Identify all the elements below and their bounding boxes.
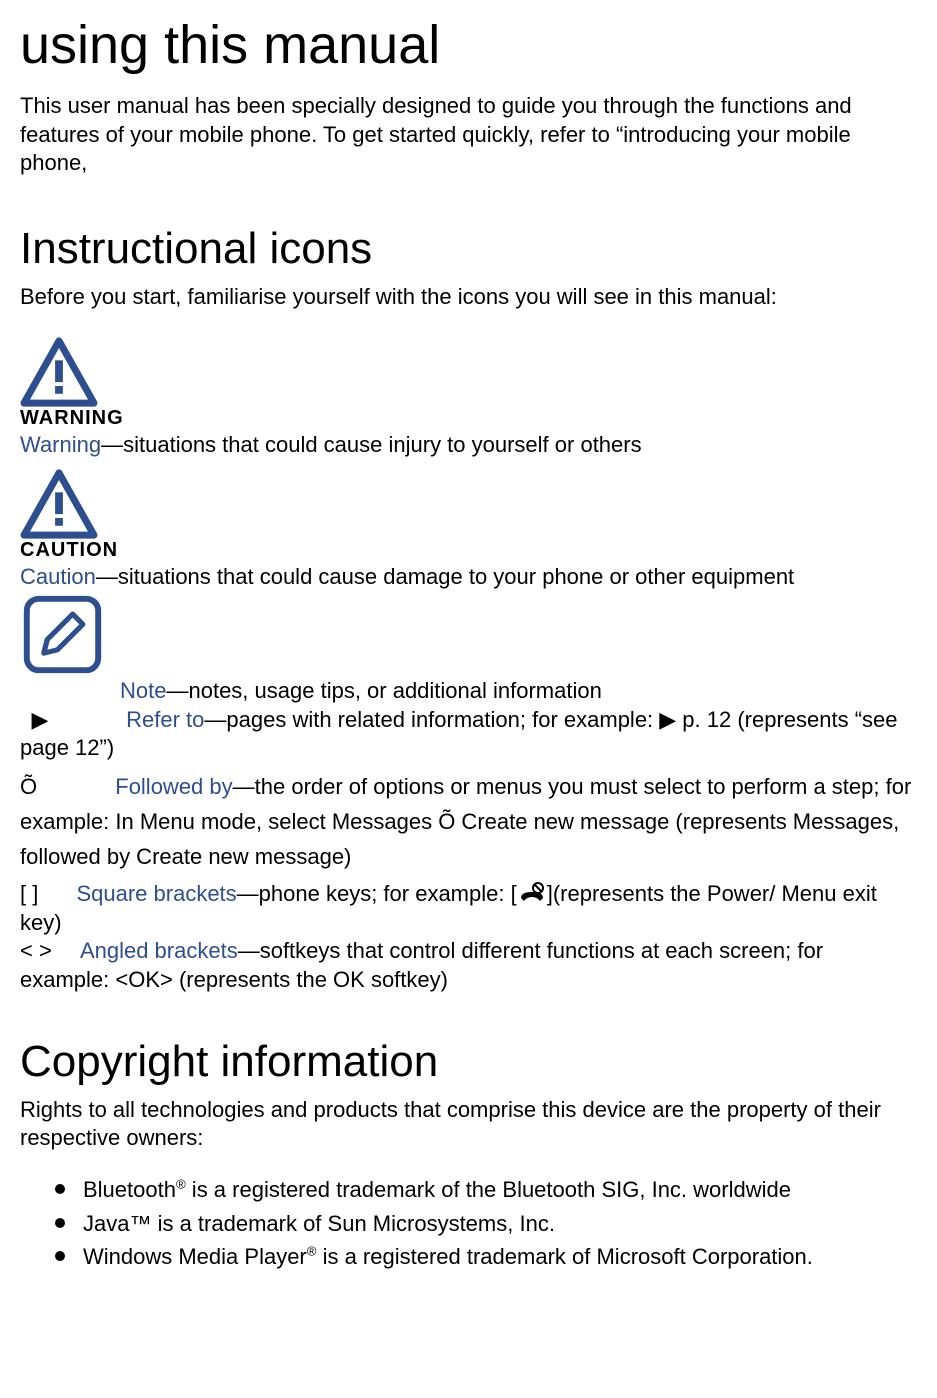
copyright-intro-paragraph: Rights to all technologies and products …	[20, 1096, 917, 1153]
square-symbol: [ ]	[20, 881, 38, 906]
angled-keyword: Angled brackets	[80, 938, 238, 963]
list-item: Java™ is a trademark of Sun Microsystems…	[55, 1209, 917, 1239]
bullet-sup: ®	[307, 1244, 317, 1259]
caution-description: Caution—situations that could cause dama…	[20, 563, 917, 592]
warning-triangle-icon	[20, 337, 98, 407]
phone-end-icon	[517, 882, 547, 906]
section-heading-icons: Instructional icons	[20, 220, 917, 277]
caution-block: CAUTION	[20, 469, 917, 563]
caution-keyword: Caution	[20, 564, 96, 589]
caution-triangle-icon	[20, 469, 98, 539]
note-indent	[20, 677, 120, 706]
warning-text: —situations that could cause injury to y…	[101, 432, 642, 457]
warning-label: WARNING	[20, 405, 917, 431]
note-pencil-icon	[20, 592, 105, 677]
note-text: —notes, usage tips, or additional inform…	[166, 678, 601, 703]
followed-keyword: Followed by	[115, 774, 232, 799]
bullet-pre: Bluetooth	[83, 1177, 176, 1202]
note-keyword: Note	[120, 678, 166, 703]
bullet-post: is a registered trademark of Microsoft C…	[316, 1244, 812, 1269]
followed-symbol: Õ	[20, 774, 37, 799]
refer-keyword: Refer to	[126, 707, 204, 732]
trademark-list: Bluetooth® is a registered trademark of …	[20, 1175, 917, 1272]
intro-paragraph: This user manual has been specially desi…	[20, 92, 917, 178]
warning-description: Warning—situations that could cause inju…	[20, 431, 917, 460]
square-row: [ ] Square brackets—phone keys; for exam…	[20, 880, 917, 937]
page-title: using this manual	[20, 10, 917, 80]
refer-symbol: ▶	[20, 706, 60, 735]
warning-keyword: Warning	[20, 432, 101, 457]
note-row: Note—notes, usage tips, or additional in…	[20, 677, 917, 706]
warning-block: WARNING	[20, 337, 917, 431]
bullet-pre: Windows Media Player	[83, 1244, 307, 1269]
list-item: Windows Media Player® is a registered tr…	[55, 1242, 917, 1272]
angled-row: < > Angled brackets—softkeys that contro…	[20, 937, 917, 994]
caution-label: CAUTION	[20, 537, 917, 563]
square-keyword: Square brackets	[76, 881, 236, 906]
list-item: Bluetooth® is a registered trademark of …	[55, 1175, 917, 1205]
angled-symbol: < >	[20, 938, 52, 963]
icons-intro-paragraph: Before you start, familiarise yourself w…	[20, 283, 917, 312]
bullet-post: is a registered trademark of the Bluetoo…	[186, 1177, 791, 1202]
refer-row: ▶ Refer to—pages with related informatio…	[20, 706, 917, 763]
square-text-pre: —phone keys; for example: [	[237, 881, 517, 906]
section-heading-copyright: Copyright information	[20, 1033, 917, 1090]
caution-text: —situations that could cause damage to y…	[96, 564, 794, 589]
followed-row: Õ Followed by—the order of options or me…	[20, 769, 917, 875]
bullet-sup: ®	[176, 1177, 186, 1192]
note-block	[20, 592, 917, 677]
